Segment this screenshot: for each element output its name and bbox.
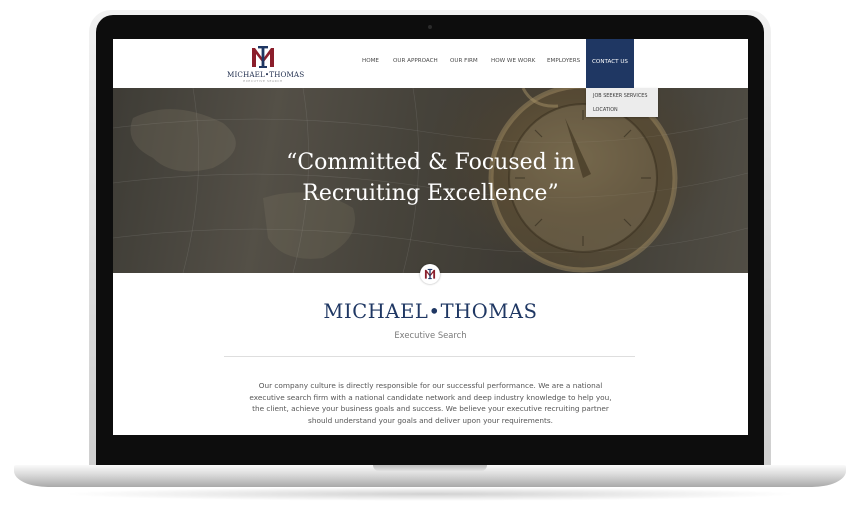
intro-paragraph: Our company culture is directly responsi… — [249, 381, 612, 426]
intro-section: MICHAEL•THOMAS Executive Search Our comp… — [113, 273, 748, 435]
nav-item-home[interactable]: HOME — [362, 58, 379, 64]
site-logo[interactable]: MICHAEL•THOMAS EXECUTIVE SEARCH — [227, 45, 305, 85]
hero-heading-line-2: Recruiting Excellence” — [302, 181, 559, 206]
website-screen: MICHAEL•THOMAS EXECUTIVE SEARCH HOME OUR… — [113, 39, 748, 435]
nav-item-our-approach[interactable]: OUR APPROACH — [393, 58, 438, 64]
contact-dropdown-menu: JOB SEEKER SERVICES LOCATION — [586, 88, 658, 117]
hero-heading-line-1: “Committed & Focused in — [286, 150, 575, 175]
dropdown-item-job-seeker-services[interactable]: JOB SEEKER SERVICES — [593, 93, 647, 99]
camera-icon — [428, 25, 432, 29]
mt-monogram-icon — [252, 46, 274, 68]
nav-item-employers[interactable]: EMPLOYERS — [547, 58, 580, 64]
laptop-shadow — [60, 487, 800, 501]
laptop-notch — [373, 465, 487, 471]
section-divider — [224, 356, 635, 357]
brand-subtitle: Executive Search — [394, 330, 467, 340]
nav-item-our-firm[interactable]: OUR FIRM — [450, 58, 478, 64]
logo-tagline: EXECUTIVE SEARCH — [243, 79, 283, 83]
nav-item-contact-us[interactable]: CONTACT US — [586, 39, 634, 88]
brand-title: MICHAEL•THOMAS — [323, 300, 538, 323]
nav-item-how-we-work[interactable]: HOW WE WORK — [491, 58, 535, 64]
dropdown-item-location[interactable]: LOCATION — [593, 107, 618, 113]
hero-heading: “Committed & Focused in Recruiting Excel… — [113, 147, 748, 209]
site-header: MICHAEL•THOMAS EXECUTIVE SEARCH HOME OUR… — [113, 39, 748, 88]
mt-monogram-icon — [424, 268, 436, 280]
hero-logo-badge — [420, 264, 440, 284]
logo-name: MICHAEL•THOMAS — [227, 70, 305, 79]
